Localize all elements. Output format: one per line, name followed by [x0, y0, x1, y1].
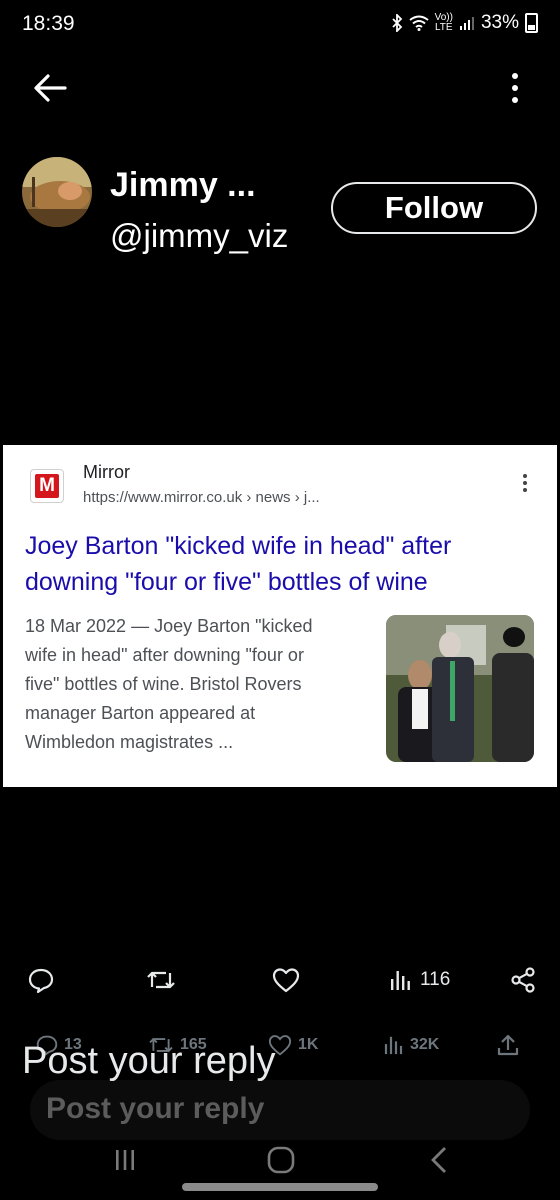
battery-percent: 33% — [480, 12, 519, 33]
avatar[interactable] — [22, 157, 92, 227]
site-name: Mirror — [83, 462, 130, 482]
analytics-icon — [384, 1036, 403, 1055]
more-options-button[interactable] — [500, 68, 530, 108]
chevron-left-icon — [431, 1147, 446, 1173]
status-time: 18:39 — [22, 12, 75, 35]
result-headline: Joey Barton "kicked wife in head" after … — [25, 532, 452, 596]
status-icons: Vo)) LTE 33% — [391, 12, 538, 34]
heart-icon — [272, 968, 300, 993]
orig-views: 32K — [384, 1030, 439, 1060]
thumbnail-photo — [386, 615, 534, 762]
follow-button[interactable]: Follow — [331, 182, 537, 234]
home-button[interactable] — [256, 1138, 306, 1182]
reply-button[interactable] — [28, 962, 54, 998]
signal-icon — [459, 17, 474, 30]
bluetooth-icon — [391, 14, 402, 32]
card-more-icon — [520, 474, 530, 496]
views-count: 116 — [420, 969, 451, 990]
reply-placeholder-ghost: Post your reply — [46, 1092, 265, 1125]
repost-icon — [147, 971, 175, 989]
user-handle[interactable]: @jimmy_viz — [110, 217, 288, 255]
home-icon — [267, 1146, 295, 1174]
analytics-icon — [391, 971, 410, 990]
like-button[interactable] — [272, 962, 300, 998]
reply-placeholder[interactable]: Post your reply — [22, 1040, 275, 1083]
battery-icon — [525, 13, 538, 33]
result-thumbnail — [386, 615, 534, 762]
avatar-image — [22, 157, 92, 227]
share-button[interactable] — [510, 962, 536, 998]
result-snippet: 18 Mar 2022 — Joey Barton "kicked wife i… — [25, 616, 313, 752]
site-url: https://www.mirror.co.uk › news › j... — [83, 489, 320, 506]
views-button[interactable]: 116 — [390, 962, 450, 998]
display-name[interactable]: Jimmy ... — [110, 166, 256, 205]
orig-share — [496, 1030, 520, 1060]
repost-button[interactable] — [146, 962, 176, 998]
orig-likes: 1K — [268, 1030, 318, 1060]
gesture-pill — [182, 1183, 378, 1191]
share-icon — [511, 967, 535, 993]
volte-indicator: Vo)) LTE — [434, 12, 453, 33]
wifi-icon — [409, 15, 429, 31]
recent-apps-icon — [116, 1150, 134, 1170]
back-arrow-icon — [34, 74, 67, 102]
upload-icon — [497, 1034, 519, 1056]
reply-icon — [28, 968, 54, 993]
mirror-logo: M — [30, 469, 64, 503]
back-button[interactable] — [30, 68, 70, 108]
nav-back-button[interactable] — [414, 1138, 464, 1182]
recent-apps-button[interactable] — [100, 1138, 150, 1182]
